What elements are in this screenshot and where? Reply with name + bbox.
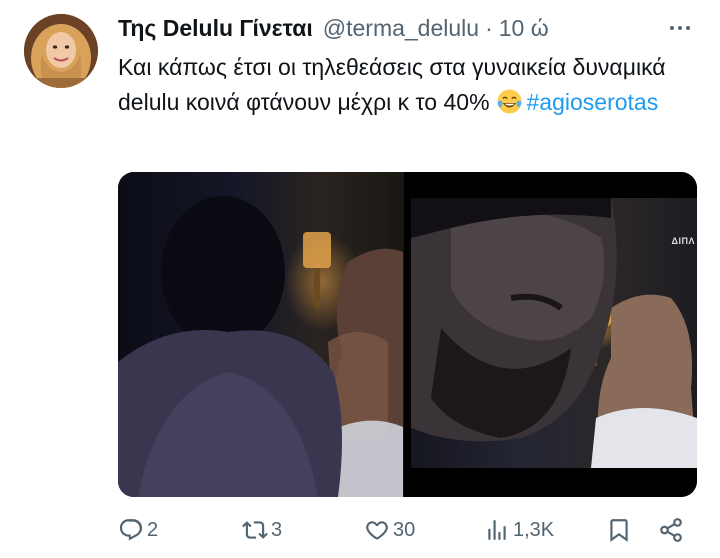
repost-button[interactable]: 3 (242, 513, 282, 547)
separator-dot: · (485, 14, 493, 41)
like-count: 30 (393, 518, 416, 541)
like-button[interactable]: 30 (364, 513, 415, 547)
more-options-icon[interactable] (666, 15, 694, 41)
reply-button[interactable]: 2 (118, 513, 158, 547)
tweet-header: Της Delulu Γίνεται @terma_delulu · 10 ώ (118, 11, 700, 45)
display-name[interactable]: Της Delulu Γίνεται (118, 15, 313, 42)
heart-icon (366, 521, 388, 540)
bookmark-button[interactable] (606, 513, 632, 547)
share-icon (660, 518, 682, 542)
face-with-tears-of-joy-icon (497, 89, 522, 114)
share-button[interactable] (658, 513, 684, 547)
views-icon (488, 520, 506, 540)
scene-illustration-right (411, 198, 697, 468)
bookmark-icon (610, 519, 628, 542)
media-image-right[interactable]: ΔΙΠΛ (411, 172, 697, 497)
channel-watermark: ΔΙΠΛ (671, 236, 695, 246)
avatar[interactable] (24, 14, 98, 88)
repost-count: 3 (271, 518, 283, 541)
scene-illustration-left (118, 196, 403, 497)
views-count: 1,3K (513, 518, 555, 541)
hashtag-link[interactable]: #agioserotas (527, 89, 659, 115)
action-bar: 2 3 30 1,3K (118, 513, 690, 547)
tweet-text: Και κάπως έτσι οι τηλεθεάσεις στα γυναικ… (118, 50, 698, 120)
media-grid: ΔΙΠΛ (118, 172, 697, 497)
media-image-left[interactable] (118, 172, 404, 497)
reply-icon (119, 519, 143, 541)
views-button[interactable]: 1,3K (484, 513, 554, 547)
reply-count: 2 (147, 518, 159, 541)
user-handle[interactable]: @terma_delulu (323, 15, 479, 42)
repost-icon (242, 521, 268, 539)
timestamp[interactable]: 10 ώ (499, 15, 549, 42)
profile-photo (24, 14, 98, 88)
